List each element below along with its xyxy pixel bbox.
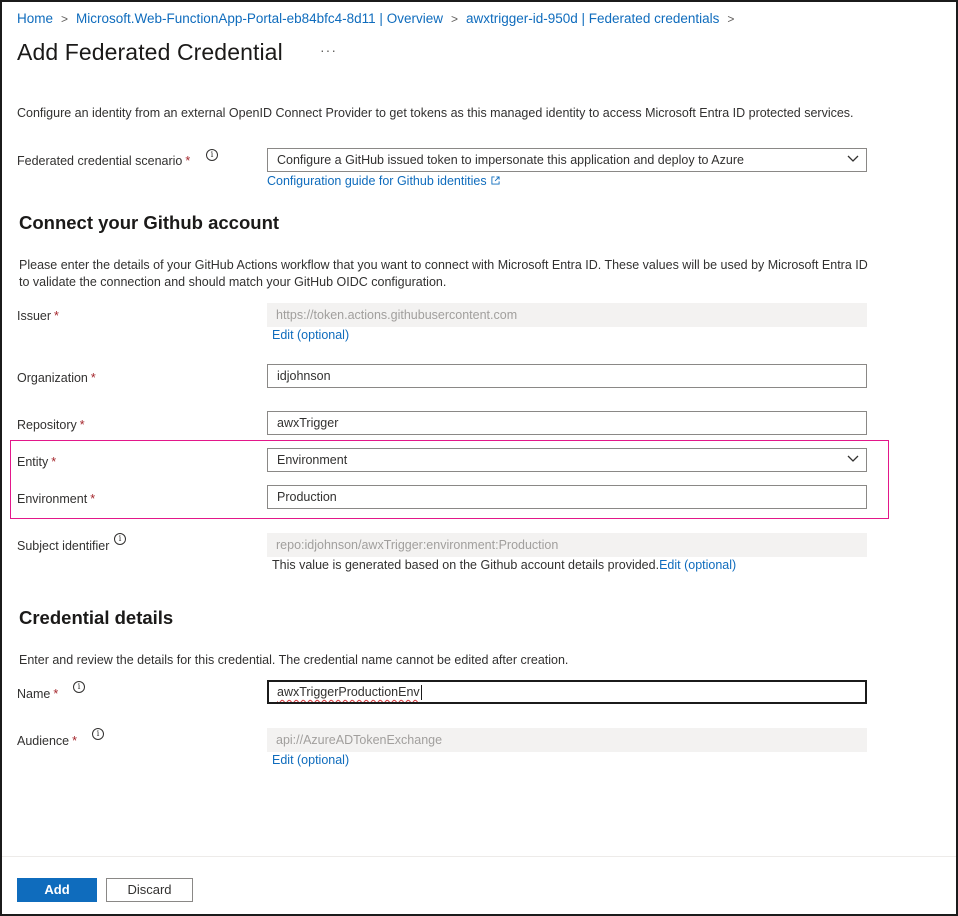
external-link-icon (491, 176, 500, 185)
info-icon[interactable]: i (73, 681, 85, 693)
credential-section-title: Credential details (19, 607, 174, 628)
chevron-down-icon (847, 455, 859, 462)
info-icon[interactable]: i (206, 149, 218, 161)
subject-field: repo:idjohnson/awxTrigger:environment:Pr… (267, 533, 867, 557)
issuer-field: https://token.actions.githubusercontent.… (267, 303, 867, 327)
entity-label: Entity * (17, 455, 57, 469)
add-button[interactable]: Add (17, 878, 97, 902)
environment-input[interactable]: Production (267, 485, 867, 509)
subject-label: Subject identifier (17, 539, 110, 553)
text-caret (420, 685, 422, 701)
issuer-edit-link[interactable]: Edit (optional) (272, 328, 349, 342)
organization-input[interactable]: idjohnson (267, 364, 867, 388)
chevron-right-icon: > (727, 12, 735, 26)
github-section-title: Connect your Github account (19, 212, 280, 233)
repository-input[interactable]: awxTrigger (267, 411, 867, 435)
intro-description: Configure an identity from an external O… (17, 106, 854, 120)
breadcrumb-function-app[interactable]: Microsoft.Web-FunctionApp-Portal-eb84bfc… (76, 11, 443, 26)
info-icon[interactable]: i (92, 728, 104, 740)
footer-divider (2, 856, 956, 857)
credential-section-description: Enter and review the details for this cr… (19, 653, 569, 667)
breadcrumb-federated-credentials[interactable]: awxtrigger-id-950d | Federated credentia… (466, 11, 719, 26)
organization-label: Organization * (17, 371, 96, 385)
page-title: Add Federated Credential (17, 39, 283, 65)
github-guide-link[interactable]: Configuration guide for Github identitie… (267, 174, 500, 188)
scenario-select[interactable]: Configure a GitHub issued token to imper… (267, 148, 867, 172)
issuer-label: Issuer * (17, 309, 59, 323)
breadcrumb: Home > Microsoft.Web-FunctionApp-Portal-eb… (17, 11, 742, 26)
chevron-right-icon: > (61, 12, 69, 26)
entity-select[interactable]: Environment (267, 448, 867, 472)
subject-note: This value is generated based on the Git… (272, 558, 737, 572)
repository-label: Repository * (17, 418, 85, 432)
github-section-description: Please enter the details of your GitHub … (19, 258, 868, 289)
chevron-right-icon: > (450, 12, 458, 26)
info-icon[interactable]: i (114, 533, 126, 545)
subject-edit-link[interactable]: Edit (optional) (659, 558, 736, 572)
audience-edit-link[interactable]: Edit (optional) (272, 753, 349, 767)
name-input[interactable]: awxTriggerProductionEnv (267, 680, 867, 704)
discard-button[interactable]: Discard (106, 878, 193, 902)
more-options-button[interactable]: ··· (320, 42, 337, 58)
environment-label: Environment * (17, 492, 96, 506)
name-label: Name * (17, 687, 59, 701)
audience-label: Audience * (17, 734, 77, 748)
breadcrumb-home[interactable]: Home (17, 11, 53, 26)
scenario-label: Federated credential scenario * (17, 154, 191, 168)
chevron-down-icon (847, 155, 859, 162)
audience-field: api://AzureADTokenExchange (267, 728, 867, 752)
